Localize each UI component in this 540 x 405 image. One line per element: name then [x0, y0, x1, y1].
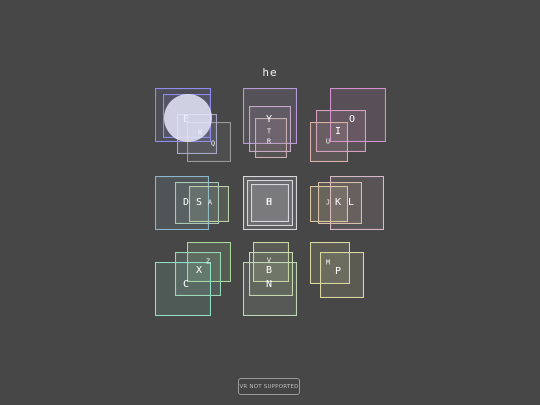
key-label-t: T	[266, 127, 272, 136]
key-group-jkl[interactable]: L K J	[310, 176, 386, 232]
key-group-ytr[interactable]: Y T R	[243, 88, 299, 158]
vr-keyboard: E W Q Y T R O I U D S A F G H	[0, 0, 540, 405]
key-label-r: R	[266, 137, 272, 146]
key-group-mp[interactable]: M P	[310, 242, 366, 298]
key-label-k: K	[334, 197, 342, 208]
key-group-cxz[interactable]: C X Z	[155, 242, 231, 318]
key-label-j: J	[325, 198, 331, 207]
key-label-x: X	[195, 265, 203, 276]
key-label-c: C	[182, 279, 190, 290]
key-label-q: Q	[210, 139, 216, 148]
key-label-b: B	[265, 265, 273, 276]
key-label-m: M	[325, 258, 331, 267]
key-group-oiu[interactable]: O I U	[310, 88, 386, 162]
key-label-o: O	[348, 114, 356, 125]
key-label-a: A	[207, 198, 213, 207]
key-label-i: I	[334, 126, 342, 137]
key-label-p: P	[334, 266, 342, 277]
key-group-fgh[interactable]: F G H	[243, 176, 299, 232]
key-label-n: N	[265, 279, 273, 290]
key-label-z: Z	[205, 257, 211, 266]
key-label-v: V	[266, 256, 272, 265]
key-label-y: Y	[265, 114, 273, 125]
hand-cursor	[164, 94, 212, 142]
vr-not-supported-button[interactable]: VR NOT SUPPORTED	[238, 378, 300, 395]
key-label-u: U	[325, 137, 331, 146]
key-label-d: D	[182, 197, 190, 208]
key-label-s: S	[195, 197, 203, 208]
key-group-nbv[interactable]: N B V	[243, 242, 299, 318]
key-label-h: H	[265, 197, 273, 208]
key-label-l: L	[347, 197, 355, 208]
key-group-dsa[interactable]: D S A	[155, 176, 229, 232]
